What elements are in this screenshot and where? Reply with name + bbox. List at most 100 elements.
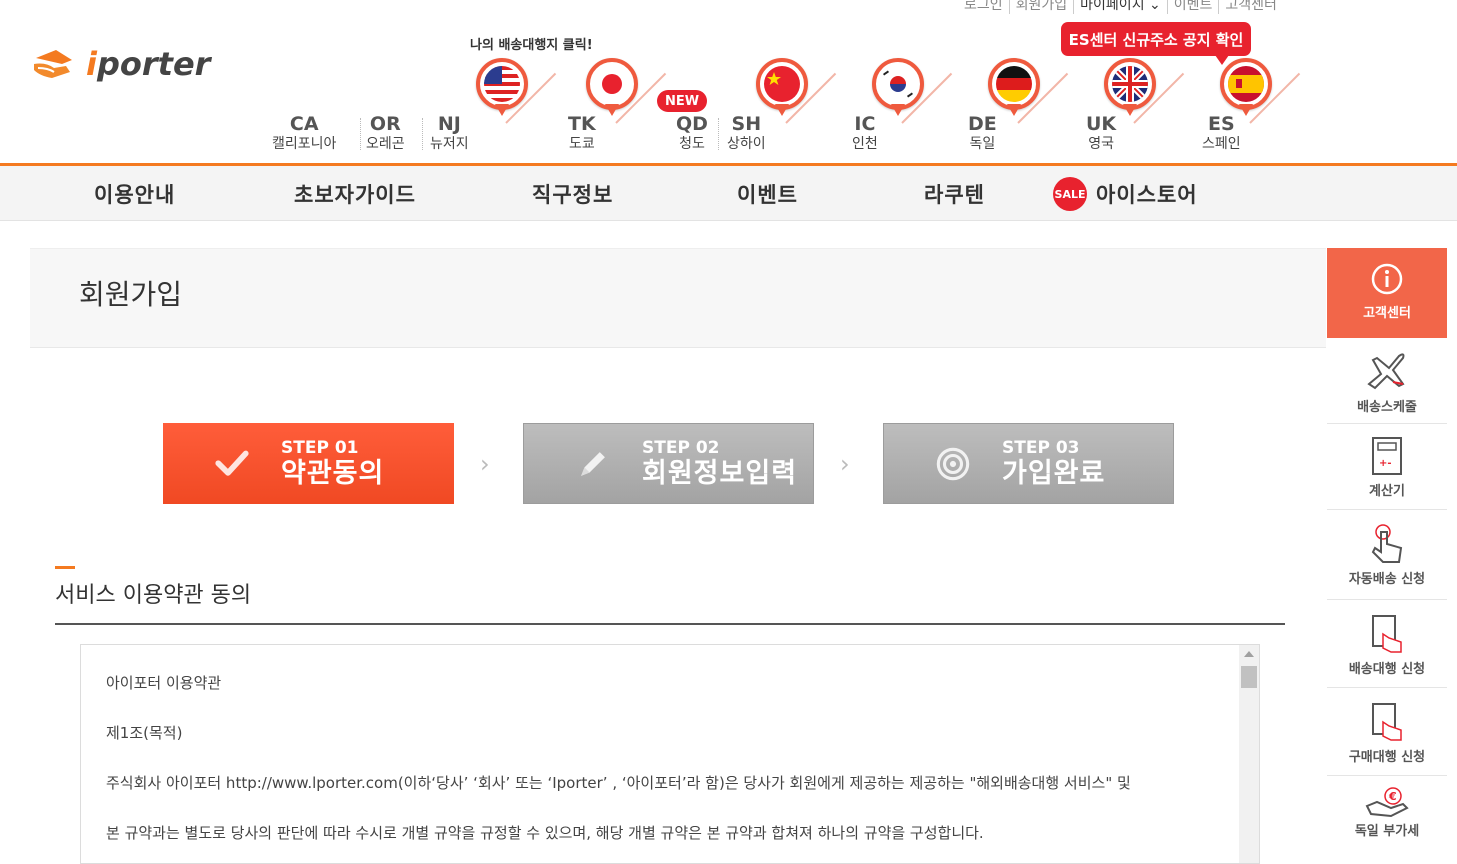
quick-label: 배송대행 신청	[1348, 662, 1426, 677]
event-link[interactable]: 이벤트	[1166, 0, 1219, 14]
uk-flag-pin-icon[interactable]	[1104, 58, 1156, 110]
airplane-icon	[1367, 353, 1405, 390]
scroll-up-arrow-icon[interactable]	[1244, 651, 1254, 657]
country-name: 스페인	[1202, 136, 1241, 152]
scroll-thumb[interactable]	[1241, 666, 1257, 688]
quick-calculator[interactable]: +- 계산기	[1327, 424, 1447, 510]
terms-textbox[interactable]: 아이포터 이용약관 제1조(목적) 주식회사 아이포터 http://www.l…	[80, 644, 1260, 864]
chevron-right-icon: ›	[840, 450, 850, 478]
nav-istore[interactable]: 아이스토어	[1096, 179, 1198, 209]
new-badge: NEW	[657, 90, 707, 112]
nav-beginner-guide[interactable]: 초보자가이드	[294, 179, 416, 209]
country-de[interactable]: DE 독일	[968, 113, 997, 153]
hand-tap-icon	[1371, 524, 1403, 563]
nav-guide[interactable]: 이용안내	[94, 179, 175, 209]
de-flag-icon	[996, 66, 1032, 102]
page-title-box: 회원가입	[30, 248, 1326, 348]
quick-customer-center[interactable]: 고객센터	[1327, 248, 1447, 338]
country-code: OR	[369, 113, 401, 135]
de-flag-pin-icon[interactable]	[988, 58, 1040, 110]
country-name: 오레곤	[366, 136, 405, 152]
quick-shipping-schedule[interactable]: 배송스케줄	[1327, 338, 1447, 424]
country-code: SH	[731, 113, 762, 135]
country-name: 상하이	[727, 136, 766, 152]
info-icon	[1371, 263, 1403, 295]
country-ca[interactable]: CA 캘리포니아	[272, 113, 336, 153]
country-name: 영국	[1088, 136, 1114, 152]
nav-shopping-info[interactable]: 직구정보	[532, 179, 613, 209]
kr-flag-pin-icon[interactable]	[872, 58, 924, 110]
logo-hand-icon	[34, 50, 72, 78]
terms-line: 주식회사 아이포터 http://www.lporter.com(이하‘당사’ …	[106, 774, 1131, 792]
country-name: 청도	[679, 136, 705, 152]
country-or[interactable]: OR 오레곤	[366, 113, 405, 153]
kr-flag-icon	[880, 66, 916, 102]
es-notice-banner[interactable]: ES센터 신규주소 공지 확인	[1061, 22, 1251, 65]
step-2-member-info: STEP 02 회원정보입력	[523, 423, 814, 504]
cn-flag-pin-icon[interactable]	[756, 58, 808, 110]
heading-rule	[55, 623, 1285, 625]
target-icon	[936, 447, 970, 481]
step-label: 약관동의	[281, 457, 385, 489]
check-icon	[215, 447, 249, 481]
jp-flag-icon	[594, 66, 630, 102]
es-flag-icon	[1228, 66, 1264, 102]
quick-shipping-request[interactable]: 배송대행 신청	[1327, 600, 1447, 688]
country-sh[interactable]: SH 상하이	[727, 113, 766, 153]
quick-menu: 고객센터 배송스케줄 +- 계산기 자동배송 신청 배송대행 신청 구매대행 신…	[1327, 248, 1447, 848]
country-code: ES	[1207, 113, 1235, 135]
country-uk[interactable]: UK 영국	[1086, 113, 1116, 153]
nav-event[interactable]: 이벤트	[737, 179, 798, 209]
quick-purchase-request[interactable]: 구매대행 신청	[1327, 688, 1447, 776]
logo-text: porter	[96, 45, 211, 83]
pin-tail	[775, 104, 789, 116]
us-flag-pin-icon[interactable]	[476, 58, 528, 110]
terms-line: 아이포터 이용약관	[106, 674, 222, 692]
divider	[718, 118, 719, 150]
country-qd[interactable]: QD 청도	[676, 113, 708, 153]
step-number: STEP 01	[281, 437, 359, 458]
cn-flag-icon	[764, 66, 800, 102]
terms-line: 본 규약과는 별도로 당사의 판단에 따라 수시로 개별 규약을 규정할 수 있…	[106, 824, 984, 842]
quick-label: 독일 부가세	[1354, 824, 1420, 839]
es-flag-pin-icon[interactable]	[1220, 58, 1272, 110]
signup-link[interactable]: 회원가입	[1008, 0, 1074, 14]
chevron-right-icon: ›	[480, 450, 490, 478]
pin-hint-text: 나의 배송대행지 클릭!	[470, 38, 593, 53]
pin-tail	[1123, 104, 1137, 116]
terms-scrollbar[interactable]	[1239, 645, 1259, 863]
svg-text:€: €	[1388, 790, 1397, 803]
pencil-icon	[576, 447, 610, 481]
quick-germany-vat[interactable]: € 독일 부가세	[1327, 776, 1447, 848]
step-label: 가입완료	[1002, 457, 1106, 489]
country-name: 독일	[969, 136, 996, 152]
country-code: CA	[289, 113, 319, 135]
nav-rakuten[interactable]: 라쿠텐	[924, 179, 985, 209]
country-ic[interactable]: IC 인천	[852, 113, 878, 153]
heading-accent-bar	[55, 566, 75, 569]
quick-label: 계산기	[1369, 484, 1405, 499]
step-3-complete: STEP 03 가입완료	[883, 423, 1174, 504]
document-tap-icon	[1372, 615, 1402, 653]
country-name: 도쿄	[568, 136, 595, 152]
country-nj[interactable]: NJ 뉴저지	[430, 113, 469, 153]
country-code: TK	[568, 113, 596, 135]
logo-i: i	[86, 45, 97, 83]
jp-flag-pin-icon[interactable]	[586, 58, 638, 110]
country-es[interactable]: ES 스페인	[1202, 113, 1241, 153]
uk-flag-icon	[1112, 66, 1148, 102]
country-tk[interactable]: TK 도쿄	[568, 113, 596, 153]
terms-content: 아이포터 이용약관 제1조(목적) 주식회사 아이포터 http://www.l…	[106, 673, 1234, 863]
quick-label: 구매대행 신청	[1348, 750, 1426, 765]
divider	[360, 118, 361, 150]
quick-auto-shipping[interactable]: 자동배송 신청	[1327, 510, 1447, 600]
quick-label: 고객센터	[1363, 306, 1411, 321]
step-number: STEP 03	[1002, 437, 1080, 458]
logo[interactable]: iporter	[32, 44, 210, 84]
login-link[interactable]: 로그인	[958, 0, 1009, 14]
customer-center-link[interactable]: 고객센터	[1218, 0, 1283, 14]
terms-line: 제1조(목적)	[106, 724, 183, 742]
svg-text:+-: +-	[1379, 458, 1392, 469]
mypage-link[interactable]: 마이페이지 ⌄	[1073, 0, 1167, 14]
pin-tail	[1239, 104, 1253, 116]
